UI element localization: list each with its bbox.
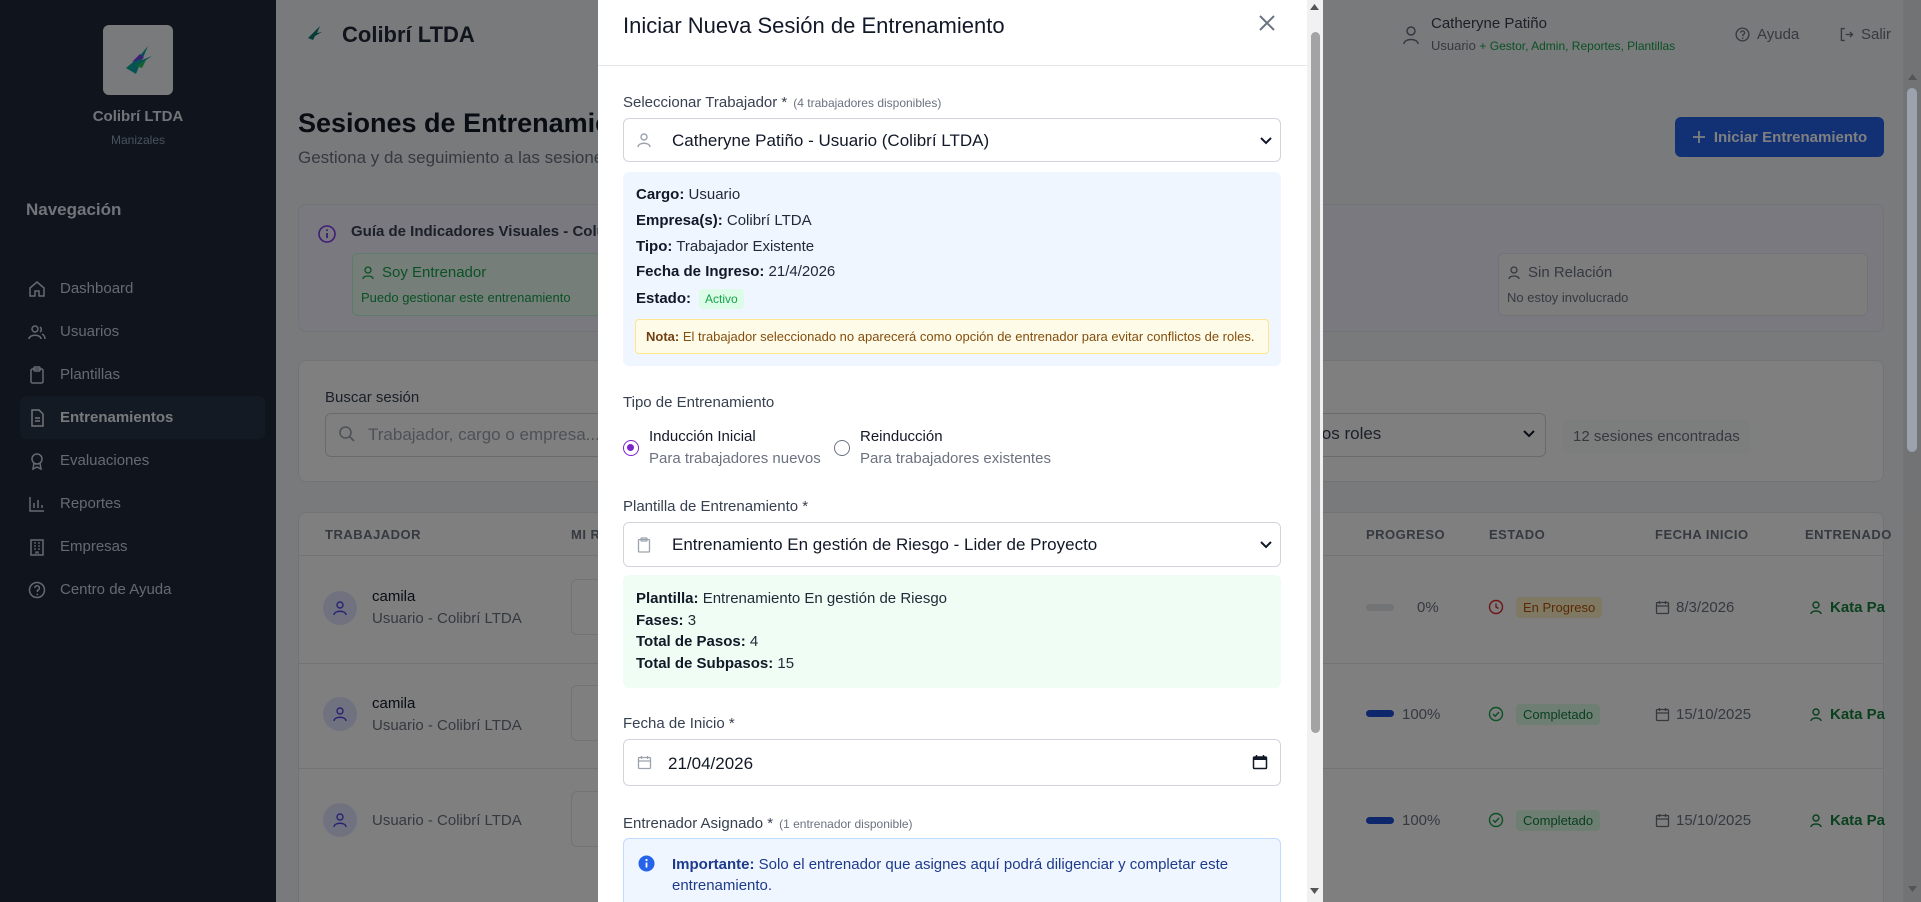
worker-select-value: Catheryne Patiño - Usuario (Colibrí LTDA… — [672, 131, 990, 150]
chevron-down-icon — [1260, 137, 1272, 145]
info-icon — [638, 855, 655, 872]
worker-label: Seleccionar Trabajador * (4 trabajadores … — [623, 94, 941, 111]
scroll-up-icon[interactable] — [1908, 74, 1917, 80]
template-subpasos-value: 15 — [777, 655, 795, 672]
template-subpasos-key: Total de Subpasos: — [636, 655, 774, 672]
radio-reinduccion-title[interactable]: Reinducción — [860, 428, 943, 445]
worker-tipo: Tipo: Trabajador Existente — [636, 238, 814, 255]
template-plantilla-value: Entrenamiento En gestión de Riesgo — [702, 590, 948, 607]
worker-empresa: Empresa(s): Colibrí LTDA — [636, 212, 812, 229]
user-icon — [637, 133, 651, 148]
worker-tipo-key: Tipo: — [636, 238, 673, 255]
worker-fecha: Fecha de Ingreso: 21/4/2026 — [636, 263, 835, 280]
template-pasos-value: 4 — [749, 633, 759, 650]
chevron-down-icon — [1260, 541, 1272, 549]
template-fases-key: Fases: — [636, 612, 684, 629]
worker-note-text: El trabajador seleccionado no aparecerá … — [682, 329, 1255, 344]
worker-cargo: Cargo: Usuario — [636, 186, 740, 203]
trainer-label-text: Entrenador Asignado * — [623, 815, 774, 832]
start-date-value: 21/04/2026 — [668, 754, 754, 773]
important-value: Solo el entrenador que asignes aquí podr… — [672, 856, 1229, 894]
modal-divider — [598, 65, 1309, 66]
radio-induccion-title[interactable]: Inducción Inicial — [649, 428, 756, 445]
template-fases: Fases: 3 — [636, 612, 696, 629]
modal-scrollbar-thumb[interactable] — [1311, 32, 1320, 733]
radio-reinduccion[interactable] — [834, 440, 850, 456]
worker-cargo-value: Usuario — [688, 186, 741, 203]
radio-reinduccion-sub: Para trabajadores existentes — [860, 450, 1051, 467]
template-subpasos: Total de Subpasos: 15 — [636, 655, 794, 672]
worker-note-key: Nota: — [646, 329, 680, 344]
worker-select[interactable]: Catheryne Patiño - Usuario (Colibrí LTDA… — [623, 118, 1281, 162]
worker-tipo-value: Trabajador Existente — [676, 238, 815, 255]
worker-note: Nota: El trabajador seleccionado no apar… — [635, 319, 1269, 354]
trainer-label: Entrenador Asignado * (1 entrenador dispo… — [623, 815, 913, 832]
radio-induccion-sub: Para trabajadores nuevos — [649, 450, 821, 467]
calendar-picker-icon[interactable] — [1252, 754, 1268, 770]
worker-empresa-value: Colibrí LTDA — [726, 212, 812, 229]
worker-count: (4 trabajadores disponibles) — [793, 96, 942, 110]
template-plantilla-key: Plantilla: — [636, 590, 699, 607]
worker-label-text: Seleccionar Trabajador * — [623, 94, 788, 111]
template-select-value: Entrenamiento En gestión de Riesgo - Lid… — [672, 535, 1098, 554]
template-select[interactable]: Entrenamiento En gestión de Riesgo - Lid… — [623, 522, 1281, 567]
close-icon[interactable] — [1258, 14, 1276, 32]
template-pasos: Total de Pasos: 4 — [636, 633, 758, 650]
trainer-count: (1 entrenador disponible) — [779, 817, 913, 831]
important-text: Importante: Solo el entrenador que asign… — [672, 854, 1232, 896]
radio-induccion-inicial[interactable] — [623, 440, 639, 456]
clipboard-icon — [637, 537, 651, 553]
worker-empresa-key: Empresa(s): — [636, 212, 723, 229]
important-key: Importante: — [672, 856, 755, 873]
calendar-icon — [637, 756, 652, 770]
template-plantilla: Plantilla: Entrenamiento En gestión de R… — [636, 590, 947, 607]
template-label: Plantilla de Entrenamiento * — [623, 498, 809, 515]
training-type-label: Tipo de Entrenamiento — [623, 394, 775, 411]
page-scrollbar-thumb[interactable] — [1907, 88, 1917, 452]
template-fases-value: 3 — [687, 612, 697, 629]
scroll-up-icon[interactable] — [1310, 4, 1319, 10]
worker-fecha-key: Fecha de Ingreso: — [636, 263, 765, 280]
worker-estado: Estado: Activo — [636, 289, 744, 309]
template-pasos-key: Total de Pasos: — [636, 633, 746, 650]
worker-fecha-value: 21/4/2026 — [768, 263, 836, 280]
start-date-label: Fecha de Inicio * — [623, 715, 735, 732]
worker-estado-key: Estado: — [636, 290, 692, 307]
start-date-input[interactable]: 21/04/2026 — [623, 739, 1281, 786]
modal-title: Iniciar Nueva Sesión de Entrenamiento — [623, 13, 1005, 38]
worker-cargo-key: Cargo: — [636, 186, 685, 203]
new-session-modal: Iniciar Nueva Sesión de Entrenamiento Se… — [598, 0, 1323, 902]
scroll-down-icon[interactable] — [1908, 886, 1917, 892]
status-badge: Activo — [699, 289, 744, 309]
scroll-down-icon[interactable] — [1310, 888, 1319, 894]
